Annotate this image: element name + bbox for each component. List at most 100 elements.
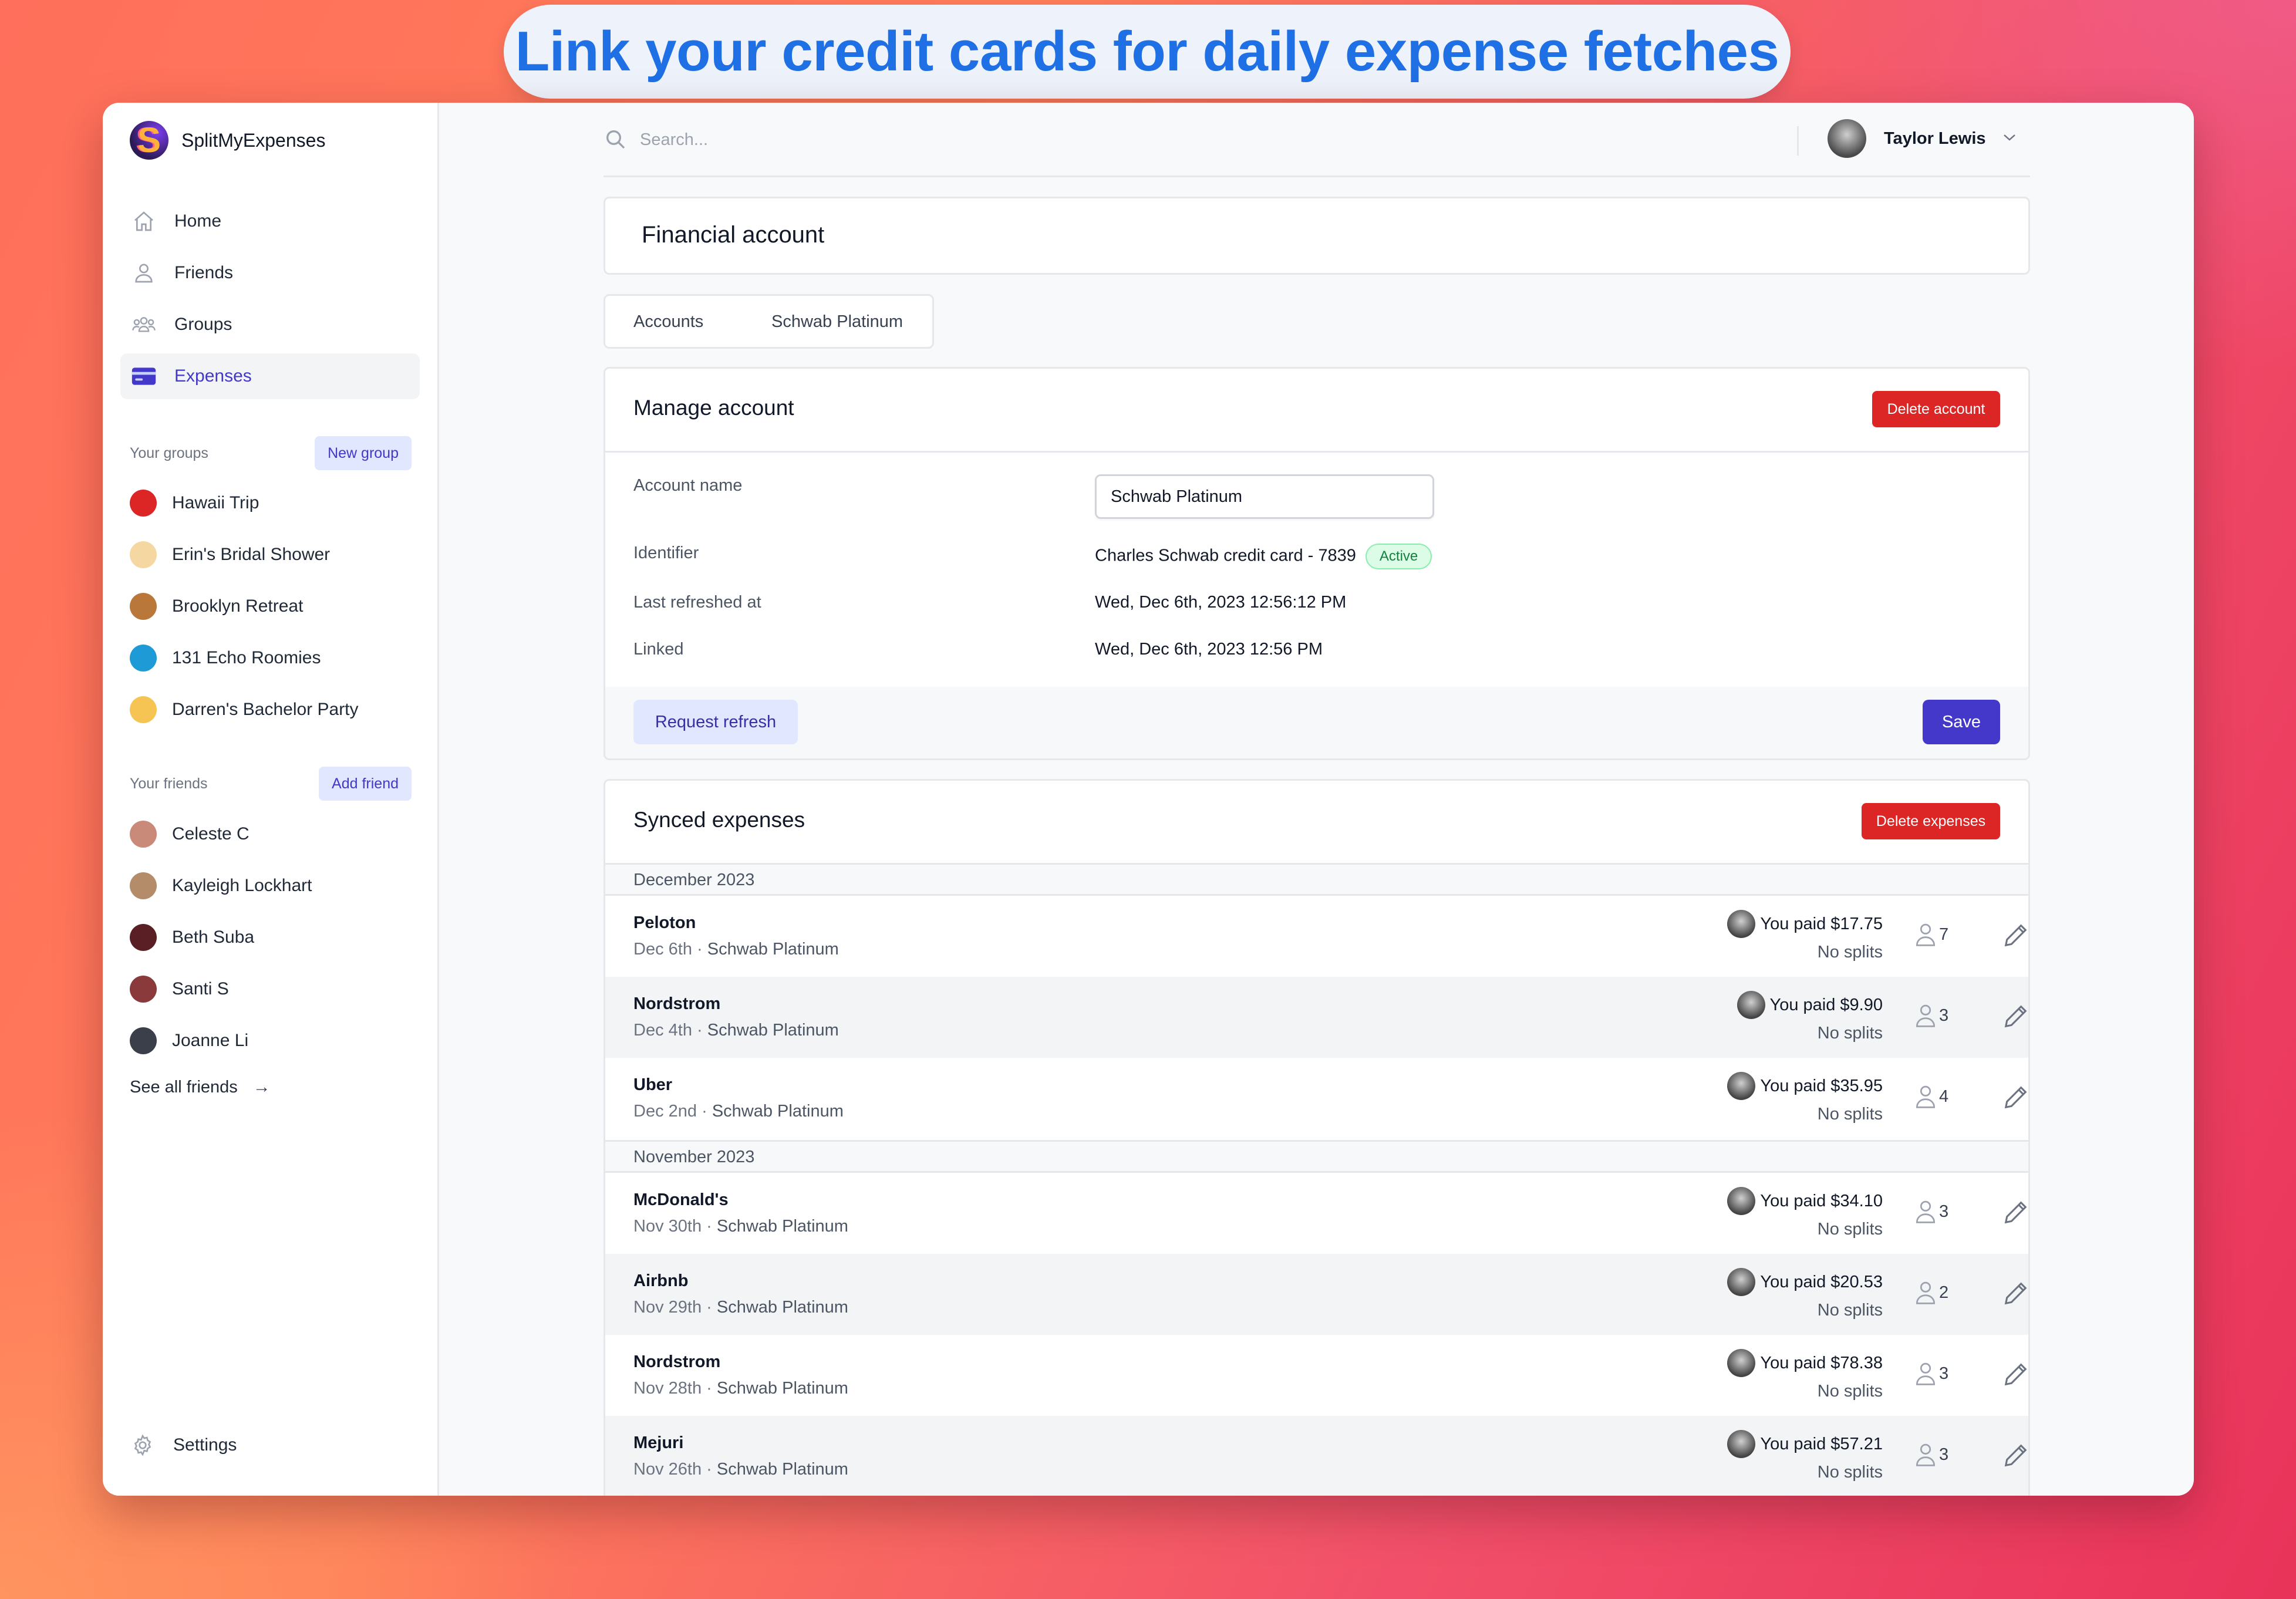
delete-account-button[interactable]: Delete account xyxy=(1872,391,2000,427)
pencil-icon[interactable] xyxy=(2002,1361,2029,1388)
friend-item-joanne[interactable]: Joanne Li xyxy=(130,1015,412,1067)
splits-status: No splits xyxy=(1817,1301,1883,1320)
participants-count[interactable]: 3 xyxy=(1914,1199,1948,1224)
table-row[interactable]: Nordstrom Dec 4th · Schwab Platinum You … xyxy=(605,977,2028,1058)
groups-list: Hawaii Trip Erin's Bridal Shower Brookly… xyxy=(130,477,412,736)
group-item-echo-roomies[interactable]: 131 Echo Roomies xyxy=(130,632,412,684)
friend-item-beth[interactable]: Beth Suba xyxy=(130,912,412,963)
top-bar: Taylor Lewis xyxy=(603,103,2030,177)
avatar xyxy=(130,872,157,899)
page-title: Financial account xyxy=(642,222,825,248)
month-header: November 2023 xyxy=(605,1140,2028,1173)
expense-meta: Nov 29th · Schwab Platinum xyxy=(633,1298,848,1317)
group-label: Hawaii Trip xyxy=(172,493,259,512)
account-name-input[interactable] xyxy=(1095,474,1434,519)
payer-info: You paid $57.21 xyxy=(1727,1430,1883,1458)
request-refresh-button[interactable]: Request refresh xyxy=(633,700,798,744)
friend-label: Celeste C xyxy=(172,824,250,844)
splits-status: No splits xyxy=(1817,943,1883,962)
splits-status: No splits xyxy=(1817,1024,1883,1043)
arrow-right-icon: → xyxy=(252,1077,271,1097)
participants-count[interactable]: 4 xyxy=(1914,1084,1948,1109)
pencil-icon[interactable] xyxy=(2002,1280,2029,1307)
friend-label: Kayleigh Lockhart xyxy=(172,876,312,895)
nav-item-expenses[interactable]: Expenses xyxy=(120,353,420,399)
user-icon xyxy=(1916,1443,1936,1466)
pencil-icon[interactable] xyxy=(2002,922,2029,949)
account-name-label: Account name xyxy=(633,476,743,495)
group-item-brooklyn-retreat[interactable]: Brooklyn Retreat xyxy=(130,581,412,632)
save-button[interactable]: Save xyxy=(1923,700,2000,744)
pencil-icon[interactable] xyxy=(2002,1442,2029,1469)
nav-item-home[interactable]: Home xyxy=(120,198,420,244)
paid-amount: You paid $20.53 xyxy=(1760,1272,1883,1291)
table-row[interactable]: Airbnb Nov 29th · Schwab Platinum You pa… xyxy=(605,1254,2028,1335)
breadcrumb-accounts[interactable]: Accounts xyxy=(633,312,703,332)
month-header: December 2023 xyxy=(605,863,2028,896)
search-input[interactable] xyxy=(639,122,1756,158)
table-row[interactable]: Nordstrom Nov 28th · Schwab Platinum You… xyxy=(605,1335,2028,1416)
avatar xyxy=(130,821,157,848)
groups-section-header: Your groups New group xyxy=(130,436,412,471)
new-group-button[interactable]: New group xyxy=(315,436,412,470)
participants-count[interactable]: 3 xyxy=(1914,1003,1948,1028)
avatar xyxy=(1727,1430,1756,1458)
gear-icon xyxy=(130,1432,156,1458)
chevron-down-icon xyxy=(2002,133,2017,145)
delete-expenses-button[interactable]: Delete expenses xyxy=(1862,803,2000,839)
expense-meta: Dec 6th · Schwab Platinum xyxy=(633,940,839,959)
table-row[interactable]: Mejuri Nov 26th · Schwab Platinum You pa… xyxy=(605,1416,2028,1496)
group-item-bridal-shower[interactable]: Erin's Bridal Shower xyxy=(130,529,412,581)
add-friend-button[interactable]: Add friend xyxy=(319,767,412,801)
nav-item-friends[interactable]: Friends xyxy=(120,250,420,296)
manage-account-card: Manage account Delete account Account na… xyxy=(603,367,2030,760)
friends-list: Celeste C Kayleigh Lockhart Beth Suba Sa… xyxy=(130,808,412,1067)
last-refreshed-label: Last refreshed at xyxy=(633,593,761,612)
user-icon xyxy=(131,260,157,286)
month-label: December 2023 xyxy=(633,871,755,889)
app-logo[interactable]: S SplitMyExpenses xyxy=(130,120,325,160)
home-icon xyxy=(131,208,157,234)
merchant-name: Peloton xyxy=(633,913,696,932)
splits-status: No splits xyxy=(1817,1105,1883,1124)
friend-item-celeste[interactable]: Celeste C xyxy=(130,808,412,860)
group-avatar-icon xyxy=(130,490,157,517)
user-menu[interactable]: Taylor Lewis xyxy=(1828,119,2017,158)
group-avatar-icon xyxy=(130,645,157,672)
nav-item-groups[interactable]: Groups xyxy=(120,302,420,348)
groups-heading: Your groups xyxy=(130,444,208,461)
friend-item-kayleigh[interactable]: Kayleigh Lockhart xyxy=(130,860,412,912)
avatar xyxy=(1727,1268,1756,1296)
pencil-icon[interactable] xyxy=(2002,1199,2029,1226)
settings-link[interactable]: Settings xyxy=(130,1432,237,1458)
participants-count[interactable]: 3 xyxy=(1914,1361,1948,1387)
merchant-name: Nordstrom xyxy=(633,994,721,1013)
friend-item-santi[interactable]: Santi S xyxy=(130,963,412,1015)
see-all-friends-link[interactable]: See all friends → xyxy=(130,1077,271,1097)
paid-amount: You paid $17.75 xyxy=(1760,914,1883,933)
pencil-icon[interactable] xyxy=(2002,1003,2029,1030)
participants-count[interactable]: 7 xyxy=(1914,922,1948,947)
top-bar-divider xyxy=(1797,126,1799,156)
merchant-name: McDonald's xyxy=(633,1190,729,1209)
friends-section-header: Your friends Add friend xyxy=(130,766,412,801)
nav-label: Friends xyxy=(174,263,234,282)
table-row[interactable]: McDonald's Nov 30th · Schwab Platinum Yo… xyxy=(605,1173,2028,1254)
credit-card-icon xyxy=(131,363,157,389)
group-avatar-icon xyxy=(130,696,157,723)
group-label: Darren's Bachelor Party xyxy=(172,700,359,719)
headline-text: Link your credit cards for daily expense… xyxy=(515,20,1779,83)
paid-amount: You paid $9.90 xyxy=(1769,995,1883,1014)
expense-meta: Nov 26th · Schwab Platinum xyxy=(633,1460,848,1479)
avatar xyxy=(1727,910,1756,938)
participants-count[interactable]: 3 xyxy=(1914,1442,1948,1468)
identifier-label: Identifier xyxy=(633,544,699,562)
table-row[interactable]: Uber Dec 2nd · Schwab Platinum You paid … xyxy=(605,1058,2028,1139)
participants-count[interactable]: 2 xyxy=(1914,1280,1948,1305)
table-row[interactable]: Peloton Dec 6th · Schwab Platinum You pa… xyxy=(605,896,2028,977)
avatar xyxy=(130,1027,157,1054)
pencil-icon[interactable] xyxy=(2002,1084,2029,1111)
group-item-bachelor-party[interactable]: Darren's Bachelor Party xyxy=(130,684,412,736)
group-item-hawaii-trip[interactable]: Hawaii Trip xyxy=(130,477,412,529)
breadcrumb: Accounts Schwab Platinum xyxy=(603,294,934,349)
